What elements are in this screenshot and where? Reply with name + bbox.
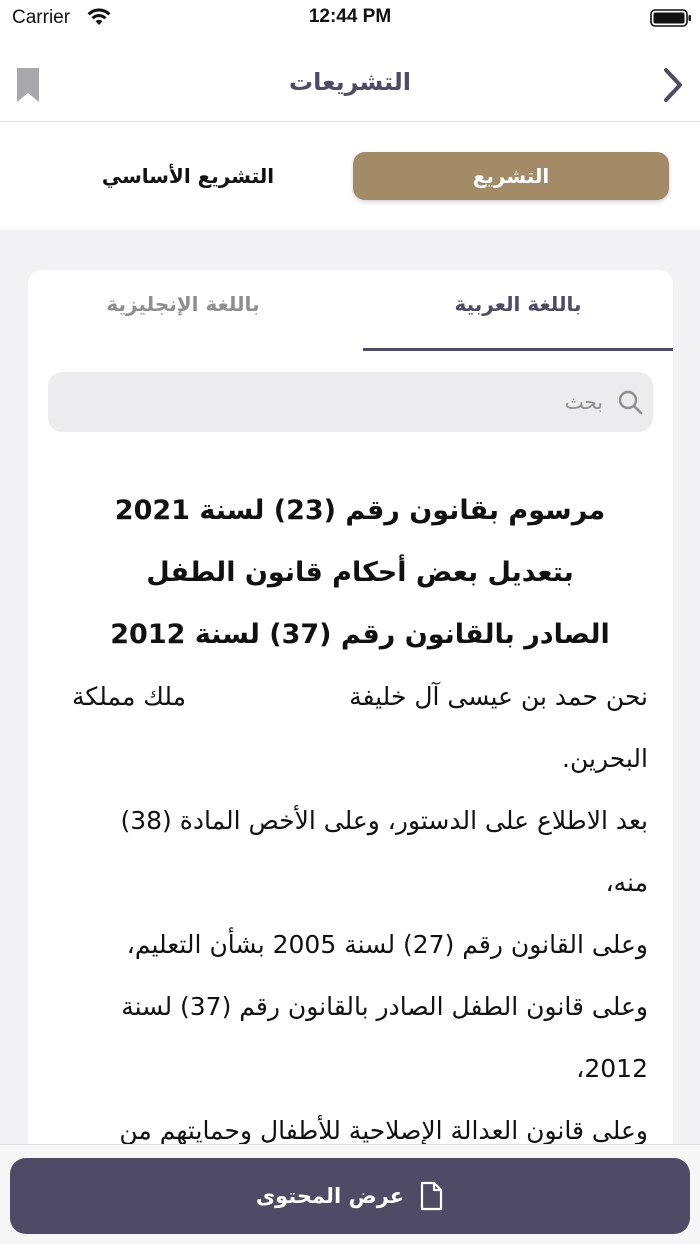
content-card: باللغة العربية باللغة الإنجليزية مرسوم ب… bbox=[28, 270, 673, 1244]
nav-divider bbox=[0, 121, 700, 122]
search-input[interactable] bbox=[83, 372, 603, 432]
preamble-country: البحرين. bbox=[562, 744, 648, 773]
view-content-button-inner: عرض المحتوى bbox=[256, 1181, 444, 1211]
tab-english[interactable]: باللغة الإنجليزية bbox=[28, 292, 338, 316]
battery-icon bbox=[650, 9, 691, 27]
paragraph: وعلى قانون الطفل الصادر بالقانون رقم (37… bbox=[121, 992, 648, 1083]
tab-selected-indicator bbox=[363, 348, 673, 351]
paragraph: بعد الاطلاع على الدستور، وعلى الأخص الما… bbox=[120, 806, 648, 897]
preamble-title: ملك مملكة bbox=[72, 682, 187, 711]
file-icon bbox=[421, 1181, 443, 1211]
view-content-label: عرض المحتوى bbox=[255, 1184, 405, 1208]
document-body: مرسوم بقانون رقم (23) لسنة 2021 بتعديل ب… bbox=[72, 480, 648, 1162]
status-bar: Carrier 12:44 PM bbox=[0, 0, 700, 40]
document-title-line-2: بتعديل بعض أحكام قانون الطفل bbox=[146, 557, 574, 588]
clock: 12:44 PM bbox=[308, 6, 392, 27]
search-icon bbox=[618, 390, 643, 415]
paragraph: وعلى القانون رقم (27) لسنة 2005 بشأن الت… bbox=[126, 930, 648, 959]
preamble-name: نحن حمد بن عيسى آل خليفة bbox=[349, 682, 648, 711]
tab-legislation[interactable]: التشريع bbox=[353, 152, 669, 200]
document-title-line-3: الصادر بالقانون رقم (37) لسنة 2012 bbox=[110, 619, 610, 650]
bottom-bar: عرض المحتوى bbox=[0, 1144, 700, 1244]
tab-basic-legislation[interactable]: التشريع الأساسي bbox=[30, 152, 346, 200]
preamble-line: نحن حمد بن عيسى آل خليفة ملك مملكة bbox=[72, 666, 648, 728]
document-title-line-1: مرسوم بقانون رقم (23) لسنة 2021 bbox=[114, 495, 606, 526]
search-bar bbox=[48, 372, 653, 432]
chevron-right-icon[interactable] bbox=[658, 66, 686, 104]
nav-bar: التشريعات bbox=[0, 48, 700, 122]
view-content-button[interactable]: عرض المحتوى bbox=[10, 1158, 690, 1234]
page-title: التشريعات bbox=[288, 68, 412, 96]
tab-arabic[interactable]: باللغة العربية bbox=[363, 292, 673, 316]
